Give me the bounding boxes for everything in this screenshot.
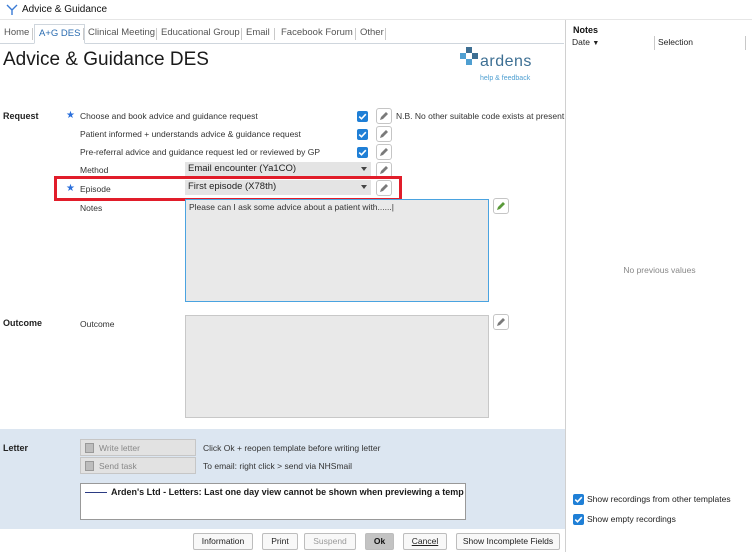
ardens-logo[interactable]: ardens help & feedback: [458, 45, 548, 87]
tab-home[interactable]: Home: [0, 24, 33, 43]
task-icon: [85, 461, 94, 471]
ok-button[interactable]: Ok: [365, 533, 394, 550]
tab-divider: [32, 28, 33, 40]
tab-bar: Home A+G DES Clinical Meeting Educationa…: [0, 24, 564, 44]
page-title: Advice & Guidance DES: [3, 49, 209, 70]
suspend-button[interactable]: Suspend: [304, 533, 356, 550]
show-empty-recordings-checkbox[interactable]: [573, 514, 584, 526]
send-task-hint: To email: right click > send via NHSmail: [203, 461, 353, 471]
tab-facebook-forum[interactable]: Facebook Forum: [277, 24, 357, 43]
pre-referral-label: Pre-referral advice and guidance request…: [80, 147, 321, 157]
method-value: Email encounter (Ya1CO): [188, 163, 297, 174]
information-button[interactable]: Information: [193, 533, 253, 550]
tab-divider: [385, 28, 386, 40]
show-other-templates-option[interactable]: Show recordings from other templates: [573, 494, 731, 506]
show-other-templates-label: Show recordings from other templates: [587, 494, 731, 504]
code-note: N.B. No other suitable code exists at pr…: [396, 111, 565, 121]
patient-informed-checkbox[interactable]: [357, 129, 368, 140]
patient-informed-label: Patient informed + understands advice & …: [80, 129, 301, 139]
edit-pencil-icon[interactable]: [493, 198, 509, 214]
notes-panel: Notes Date ▼ Selection No previous value…: [565, 20, 752, 552]
outcome-textarea[interactable]: [185, 315, 489, 418]
outcome-section-label: Outcome: [3, 318, 43, 328]
letter-section-label: Letter: [3, 443, 29, 453]
date-column-label: Date: [572, 37, 590, 47]
date-column-header[interactable]: Date ▼: [572, 37, 599, 51]
column-divider: [654, 36, 655, 50]
print-button[interactable]: Print: [262, 533, 298, 550]
tab-email[interactable]: Email: [242, 24, 274, 43]
app-icon: [6, 4, 18, 15]
method-label: Method: [80, 165, 109, 175]
edit-pencil-icon[interactable]: [376, 108, 392, 124]
tab-other[interactable]: Other: [356, 24, 388, 43]
write-letter-button[interactable]: Write letter: [80, 439, 196, 456]
pre-referral-checkbox[interactable]: [357, 147, 368, 158]
window-title: Advice & Guidance: [22, 4, 108, 15]
selection-column-header[interactable]: Selection: [658, 37, 693, 51]
cross-logo-icon: [460, 47, 478, 65]
write-letter-label: Write letter: [99, 443, 140, 453]
edit-pencil-icon[interactable]: [376, 144, 392, 160]
outcome-label: Outcome: [80, 319, 115, 329]
choose-book-label: Choose and book advice and guidance requ…: [80, 111, 258, 121]
letter-preview-text: Arden's Ltd - Letters: Last one day view…: [111, 487, 464, 497]
send-task-button[interactable]: Send task: [80, 457, 196, 474]
tab-clinical-meeting[interactable]: Clinical Meeting: [84, 24, 159, 43]
episode-highlight-box: [54, 176, 402, 201]
show-other-templates-checkbox[interactable]: [573, 494, 584, 506]
empty-state-text: No previous values: [623, 265, 696, 275]
help-feedback-link[interactable]: help & feedback: [480, 75, 530, 82]
send-task-label: Send task: [99, 461, 137, 471]
notes-textarea[interactable]: Please can I ask some advice about a pat…: [185, 199, 489, 302]
preview-line-icon: [85, 492, 107, 493]
notes-title: Notes: [573, 25, 599, 35]
write-letter-hint: Click Ok + reopen template before writin…: [203, 443, 381, 453]
tab-divider: [274, 28, 275, 40]
show-empty-recordings-label: Show empty recordings: [587, 514, 676, 524]
document-icon: [85, 443, 94, 453]
required-star-icon: ★: [66, 110, 75, 121]
letter-preview[interactable]: Arden's Ltd - Letters: Last one day view…: [80, 483, 466, 520]
method-dropdown[interactable]: Email encounter (Ya1CO): [185, 162, 371, 177]
column-divider: [745, 36, 746, 50]
notes-label: Notes: [80, 203, 103, 213]
show-empty-recordings-option[interactable]: Show empty recordings: [573, 514, 676, 526]
edit-pencil-icon[interactable]: [376, 126, 392, 142]
logo-wordmark: ardens: [480, 53, 532, 70]
tab-educational-group[interactable]: Educational Group: [157, 24, 244, 43]
edit-pencil-icon[interactable]: [493, 314, 509, 330]
choose-book-checkbox[interactable]: [357, 111, 368, 122]
show-incomplete-fields-button[interactable]: Show Incomplete Fields: [456, 533, 560, 550]
cancel-button[interactable]: Cancel: [403, 533, 447, 550]
chevron-down-icon: ▼: [592, 40, 600, 47]
tab-ag-des[interactable]: A+G DES: [34, 24, 86, 44]
request-section-label: Request: [3, 111, 39, 121]
chevron-down-icon: [361, 167, 367, 171]
title-bar: Advice & Guidance: [0, 0, 752, 20]
